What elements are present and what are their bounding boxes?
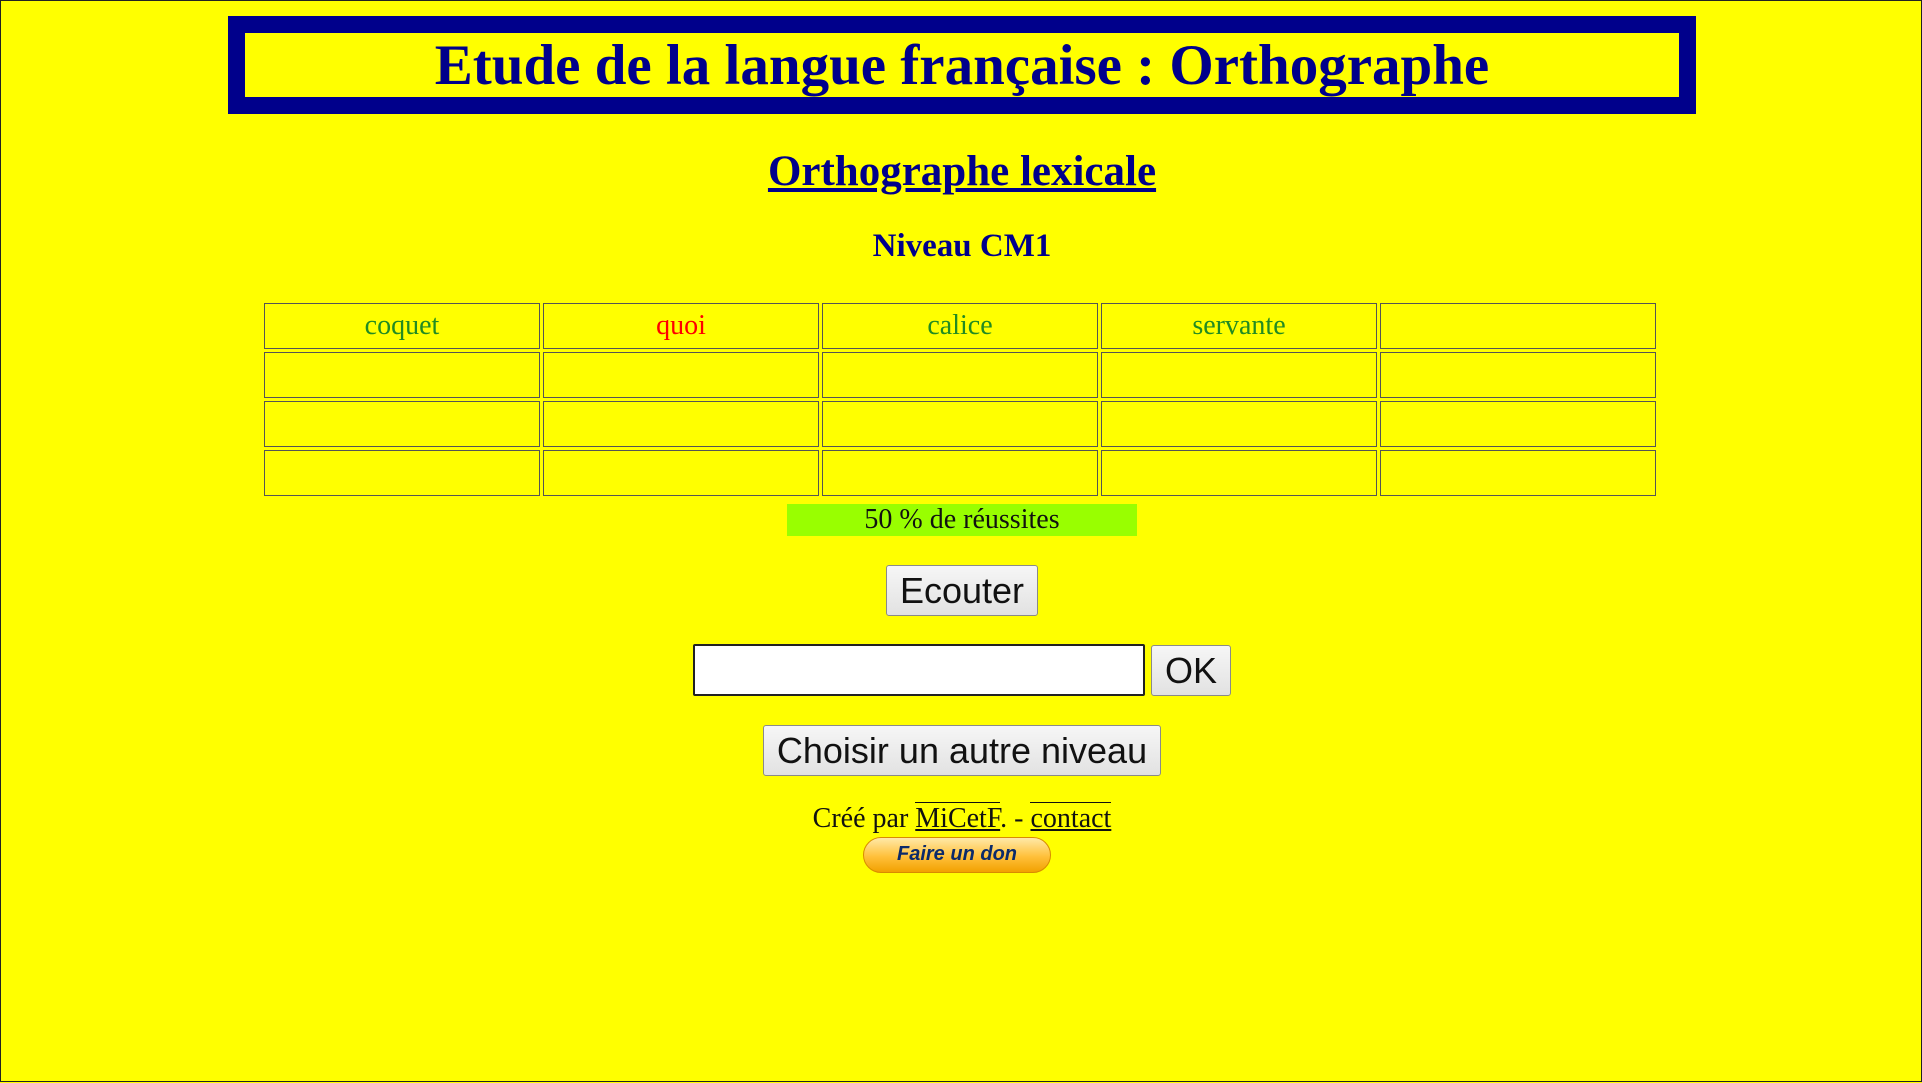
section-title: Orthographe lexicale	[767, 148, 1157, 195]
grid-cell	[1101, 352, 1377, 398]
page: Etude de la langue française : Orthograp…	[1, 1, 1922, 1083]
author-link[interactable]: MiCetF	[915, 802, 1001, 834]
answer-input[interactable]	[693, 644, 1145, 696]
grid-row	[264, 450, 1656, 496]
grid-row	[264, 401, 1656, 447]
grid-cell	[1380, 450, 1656, 496]
grid-cell: coquet	[264, 303, 540, 349]
credits: Créé par MiCetF. - contact	[1, 802, 1922, 835]
grid-cell	[822, 352, 1098, 398]
grid-cell: quoi	[543, 303, 819, 349]
page-title: Etude de la langue française : Orthograp…	[434, 33, 1490, 97]
grid-cell: servante	[1101, 303, 1377, 349]
grid-cell	[264, 401, 540, 447]
grid-cell: calice	[822, 303, 1098, 349]
grid-cell	[1380, 352, 1656, 398]
grid-cell	[1380, 303, 1656, 349]
contact-link[interactable]: contact	[1030, 802, 1112, 834]
grid-row	[264, 352, 1656, 398]
grid-cell	[822, 401, 1098, 447]
grid-cell	[1380, 401, 1656, 447]
success-rate-bar: 50 % de réussites	[787, 504, 1137, 536]
grid-cell	[543, 352, 819, 398]
credits-separator: . -	[1000, 803, 1031, 834]
grid-cell	[264, 450, 540, 496]
grid-cell	[543, 401, 819, 447]
header-banner: Etude de la langue française : Orthograp…	[228, 16, 1696, 114]
grid-cell	[543, 450, 819, 496]
credits-prefix: Créé par	[812, 803, 916, 834]
grid-cell	[1101, 401, 1377, 447]
grid-cell	[1101, 450, 1377, 496]
words-grid: coquet quoi calice servante	[261, 300, 1659, 499]
choose-level-button[interactable]: Choisir un autre niveau	[763, 725, 1161, 776]
grid-row: coquet quoi calice servante	[264, 303, 1656, 349]
ok-button[interactable]: OK	[1151, 645, 1231, 696]
listen-button[interactable]: Ecouter	[886, 565, 1038, 616]
grid-cell	[822, 450, 1098, 496]
level-label: Niveau CM1	[872, 228, 1052, 264]
grid-cell	[264, 352, 540, 398]
donate-button[interactable]: Faire un don	[863, 837, 1051, 873]
